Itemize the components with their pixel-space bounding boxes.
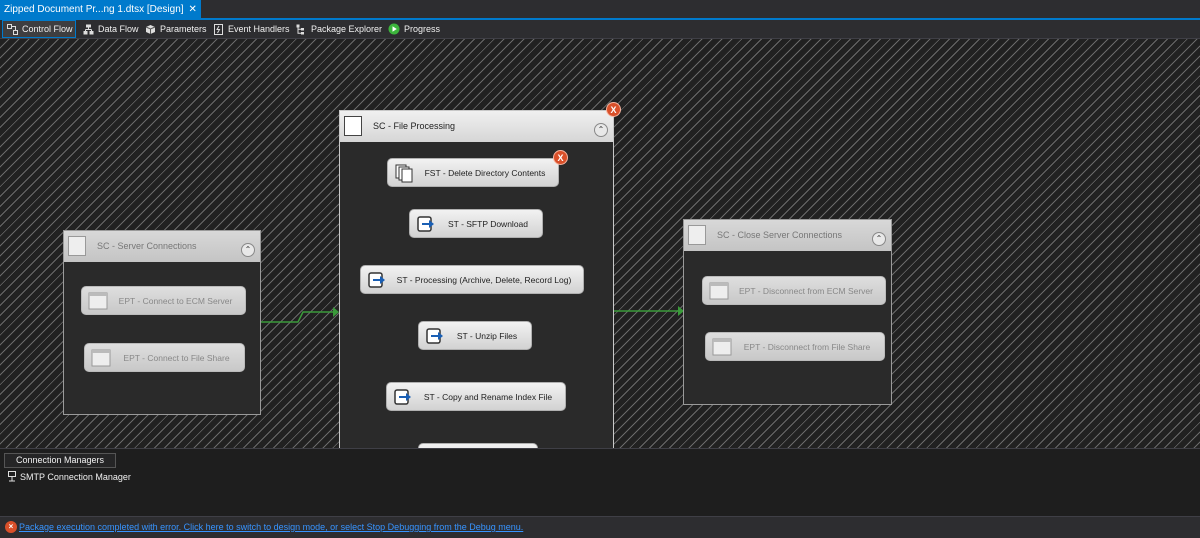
sequence-container-icon [688, 225, 706, 245]
task-st-unzip-files[interactable]: ST - Unzip Files [418, 321, 532, 350]
tab-label: Event Handlers [228, 24, 290, 34]
tab-label: Control Flow [22, 24, 73, 34]
task-label: ST - SFTP Download [448, 219, 528, 229]
connection-manager-icon [8, 471, 16, 482]
tab-event-handlers[interactable]: Event Handlers [209, 21, 290, 37]
sequence-container-icon [68, 236, 86, 256]
connection-managers-pane: Connection Managers SMTP Connection Mana… [0, 448, 1200, 517]
tab-label: Progress [404, 24, 441, 34]
tab-parameters[interactable]: Parameters [141, 21, 207, 37]
task-st-processing[interactable]: ST - Processing (Archive, Delete, Record… [360, 265, 584, 294]
task-error-icon: X [553, 150, 568, 165]
task-label: ST - Unzip Files [456, 331, 518, 341]
container-title: SC - File Processing [373, 121, 456, 131]
task-label: EPT - Disconnect from ECM Server [739, 286, 873, 296]
task-label: EPT - Connect to File Share [123, 353, 230, 363]
parameters-icon [145, 24, 156, 34]
execute-process-task-icon [88, 292, 108, 310]
file-system-task-icon [395, 164, 413, 183]
task-ept-connect-ecm[interactable]: EPT - Connect to ECM Server [81, 286, 246, 315]
document-tab-title: Zipped Document Pr...ng 1.dtsx [Design] [4, 3, 184, 15]
event-handlers-icon [214, 23, 223, 35]
document-tab[interactable]: Zipped Document Pr...ng 1.dtsx [Design] … [0, 0, 201, 18]
control-flow-icon [7, 23, 18, 35]
designer-tabs-toolbar: Control Flow Data Flow Parameters Event … [0, 20, 1200, 38]
tab-progress[interactable]: Progress [384, 21, 440, 37]
tab-package-explorer[interactable]: Package Explorer [292, 21, 382, 37]
task-label: ST - Processing (Archive, Delete, Record… [396, 275, 572, 285]
task-fst-delete-directory-contents[interactable]: FST - Delete Directory Contents [387, 158, 559, 187]
execute-process-task-icon [91, 349, 111, 367]
collapse-chevron-icon[interactable]: ⌃ [594, 123, 608, 137]
container-header[interactable]: SC - Server Connections ⌃ [64, 231, 260, 262]
script-task-icon [417, 216, 434, 232]
script-task-icon [368, 272, 385, 288]
container-header[interactable]: SC - File Processing ⌃ [340, 111, 613, 142]
execute-process-task-icon [712, 338, 732, 356]
task-label: FST - Delete Directory Contents [424, 168, 546, 178]
tab-label: Data Flow [98, 24, 139, 34]
tab-label: Parameters [160, 24, 207, 34]
tab-label: Package Explorer [311, 24, 383, 34]
container-title: SC - Close Server Connections [717, 230, 843, 240]
collapse-chevron-icon[interactable]: ⌃ [872, 232, 886, 246]
package-explorer-icon [296, 24, 304, 34]
connection-manager-label: SMTP Connection Manager [20, 471, 131, 482]
container-title: SC - Server Connections [97, 241, 197, 251]
close-tab-icon[interactable]: ✕ [189, 4, 197, 15]
control-flow-canvas[interactable]: SC - Server Connections ⌃ EPT - Connect … [0, 38, 1200, 448]
execute-process-task-icon [709, 282, 729, 300]
connection-managers-tab[interactable]: Connection Managers [4, 453, 116, 468]
task-label: EPT - Connect to ECM Server [118, 296, 233, 306]
error-icon: × [5, 521, 17, 533]
script-task-icon [394, 389, 411, 405]
connection-manager-item[interactable]: SMTP Connection Manager [7, 471, 131, 482]
task-ept-disconnect-ecm[interactable]: EPT - Disconnect from ECM Server [702, 276, 886, 305]
sequence-container-icon [344, 116, 362, 136]
script-task-icon [426, 328, 443, 344]
task-label: ST - Copy and Rename Index File [423, 392, 553, 402]
error-icon: X [606, 102, 621, 117]
task-label: EPT - Disconnect from File Share [743, 342, 871, 352]
task-st-sftp-download[interactable]: ST - SFTP Download [409, 209, 543, 238]
tab-data-flow[interactable]: Data Flow [79, 21, 139, 37]
progress-play-icon [388, 23, 400, 35]
sequence-container-server-connections[interactable]: SC - Server Connections ⌃ [63, 230, 261, 415]
tab-control-flow[interactable]: Control Flow [2, 20, 76, 38]
document-tab-bar: Zipped Document Pr...ng 1.dtsx [Design] … [0, 0, 1200, 20]
execution-status-link[interactable]: Package execution completed with error. … [19, 522, 523, 532]
precedence-line-sc1-to-sc2 [260, 311, 338, 323]
data-flow-icon [83, 24, 94, 34]
status-bar: × Package execution completed with error… [0, 516, 1200, 538]
task-st-copy-rename-index[interactable]: ST - Copy and Rename Index File [386, 382, 566, 411]
collapse-chevron-icon[interactable]: ⌃ [241, 243, 255, 257]
task-ept-connect-file-share[interactable]: EPT - Connect to File Share [84, 343, 245, 372]
sequence-container-close-server-connections[interactable]: SC - Close Server Connections ⌃ [683, 219, 892, 405]
container-header[interactable]: SC - Close Server Connections ⌃ [684, 220, 891, 251]
task-ept-disconnect-file-share[interactable]: EPT - Disconnect from File Share [705, 332, 885, 361]
